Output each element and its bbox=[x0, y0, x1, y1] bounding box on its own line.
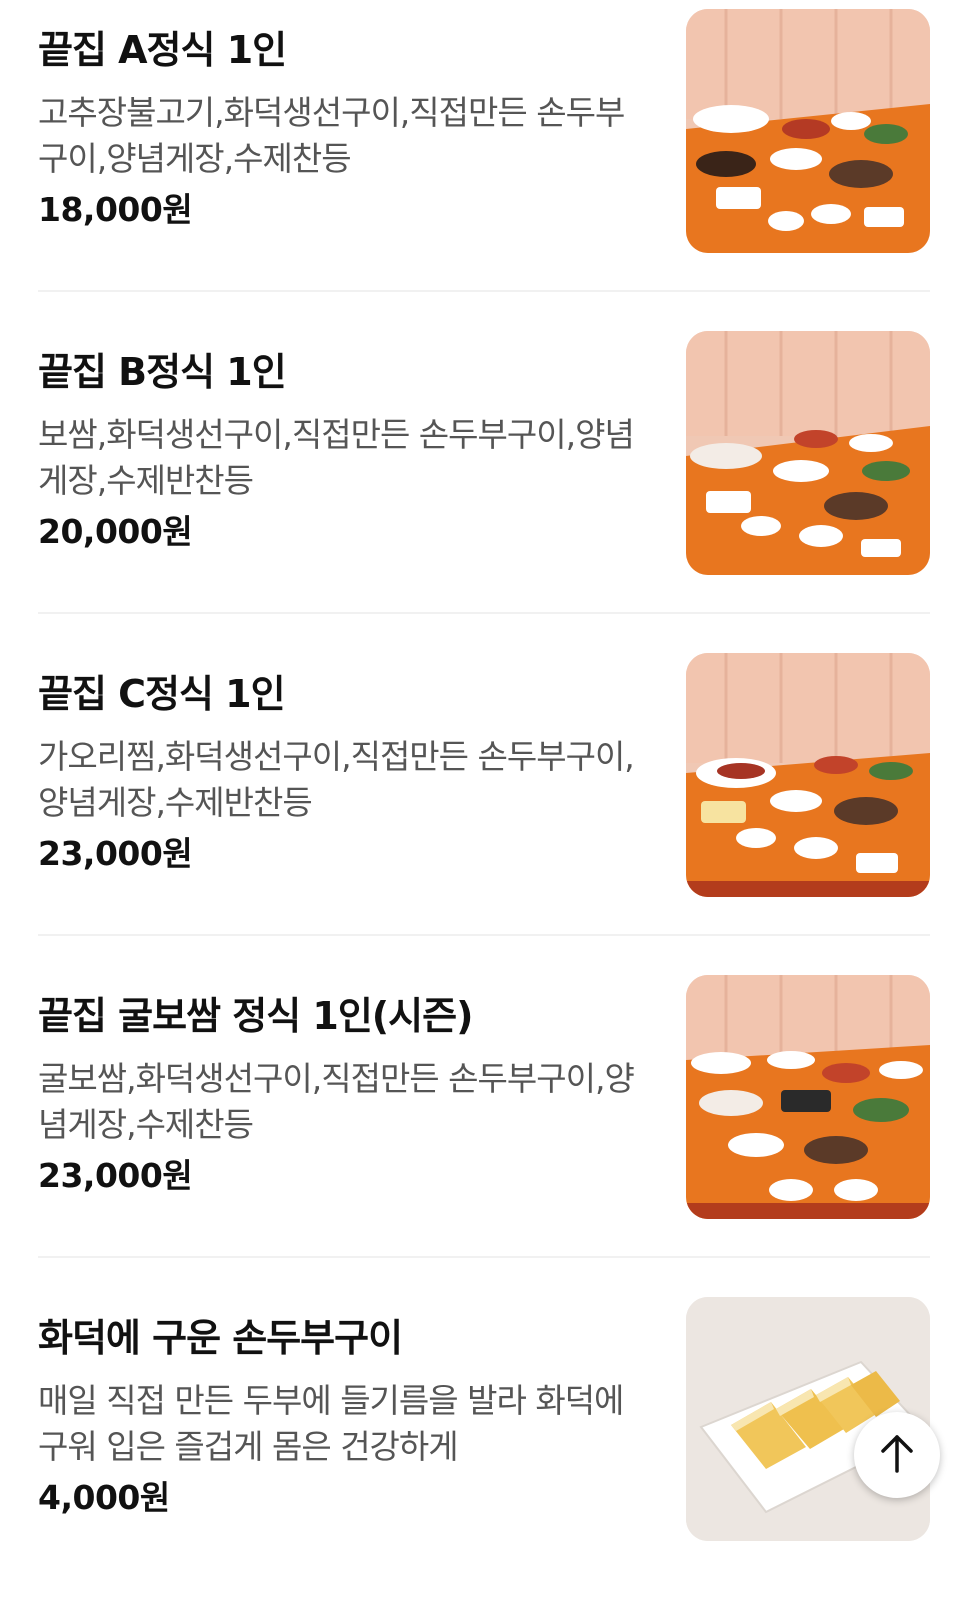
menu-item[interactable]: 끝집 C정식 1인 가오리찜,화덕생선구이,직접만든 손두부구이,양념게장,수제… bbox=[0, 644, 966, 966]
menu-item[interactable]: 화덕에 구운 손두부구이 매일 직접 만든 두부에 들기름을 발라 화덕에 구워… bbox=[0, 1288, 966, 1610]
menu-item-text: 끝집 굴보쌈 정식 1인(시즌) 굴보쌈,화덕생선구이,직접만든 손두부구이,양… bbox=[38, 992, 648, 1198]
menu-item-price: 23,000원 bbox=[38, 834, 193, 873]
menu-list: 끝집 A정식 1인 고추장불고기,화덕생선구이,직접만든 손두부구이,양념게장,… bbox=[0, 0, 966, 1610]
set-meal-photo[interactable] bbox=[686, 653, 930, 897]
menu-item-description: 매일 직접 만든 두부에 들기름을 발라 화덕에 구워 입은 즐겁게 몸은 건강… bbox=[38, 1381, 624, 1466]
menu-item-text: 화덕에 구운 손두부구이 매일 직접 만든 두부에 들기름을 발라 화덕에 구워… bbox=[38, 1314, 648, 1520]
scroll-to-top-button[interactable] bbox=[854, 1412, 940, 1498]
menu-item[interactable]: 끝집 A정식 1인 고추장불고기,화덕생선구이,직접만든 손두부구이,양념게장,… bbox=[0, 0, 966, 322]
menu-item-description: 보쌈,화덕생선구이,직접만든 손두부구이,양념게장,수제반찬등 bbox=[38, 415, 635, 500]
menu-item-name: 끝집 B정식 1인 bbox=[38, 350, 287, 394]
set-meal-photo[interactable] bbox=[686, 9, 930, 253]
menu-item-price: 23,000원 bbox=[38, 1156, 193, 1195]
menu-item[interactable]: 끝집 B정식 1인 보쌈,화덕생선구이,직접만든 손두부구이,양념게장,수제반찬… bbox=[0, 322, 966, 644]
menu-item-divider bbox=[38, 934, 930, 936]
menu-item-price: 20,000원 bbox=[38, 512, 193, 551]
menu-item-name: 화덕에 구운 손두부구이 bbox=[38, 1316, 403, 1360]
arrow-up-icon bbox=[877, 1431, 917, 1479]
menu-item-text: 끝집 B정식 1인 보쌈,화덕생선구이,직접만든 손두부구이,양념게장,수제반찬… bbox=[38, 348, 648, 554]
menu-item-divider bbox=[38, 612, 930, 614]
menu-item-text: 끝집 A정식 1인 고추장불고기,화덕생선구이,직접만든 손두부구이,양념게장,… bbox=[38, 26, 648, 232]
menu-item-description: 고추장불고기,화덕생선구이,직접만든 손두부구이,양념게장,수제찬등 bbox=[38, 93, 625, 178]
menu-item-price: 4,000원 bbox=[38, 1478, 170, 1517]
set-meal-photo[interactable] bbox=[686, 975, 930, 1219]
menu-item-name: 끝집 A정식 1인 bbox=[38, 28, 287, 72]
menu-item-divider bbox=[38, 1256, 930, 1258]
menu-item-price: 18,000원 bbox=[38, 190, 193, 229]
menu-item[interactable]: 끝집 굴보쌈 정식 1인(시즌) 굴보쌈,화덕생선구이,직접만든 손두부구이,양… bbox=[0, 966, 966, 1288]
menu-item-text: 끝집 C정식 1인 가오리찜,화덕생선구이,직접만든 손두부구이,양념게장,수제… bbox=[38, 670, 648, 876]
menu-item-description: 가오리찜,화덕생선구이,직접만든 손두부구이,양념게장,수제반찬등 bbox=[38, 737, 635, 822]
menu-item-name: 끝집 C정식 1인 bbox=[38, 672, 286, 716]
menu-item-description: 굴보쌈,화덕생선구이,직접만든 손두부구이,양념게장,수제찬등 bbox=[38, 1059, 635, 1144]
set-meal-photo[interactable] bbox=[686, 331, 930, 575]
menu-item-divider bbox=[38, 290, 930, 292]
menu-item-name: 끝집 굴보쌈 정식 1인(시즌) bbox=[38, 994, 473, 1038]
